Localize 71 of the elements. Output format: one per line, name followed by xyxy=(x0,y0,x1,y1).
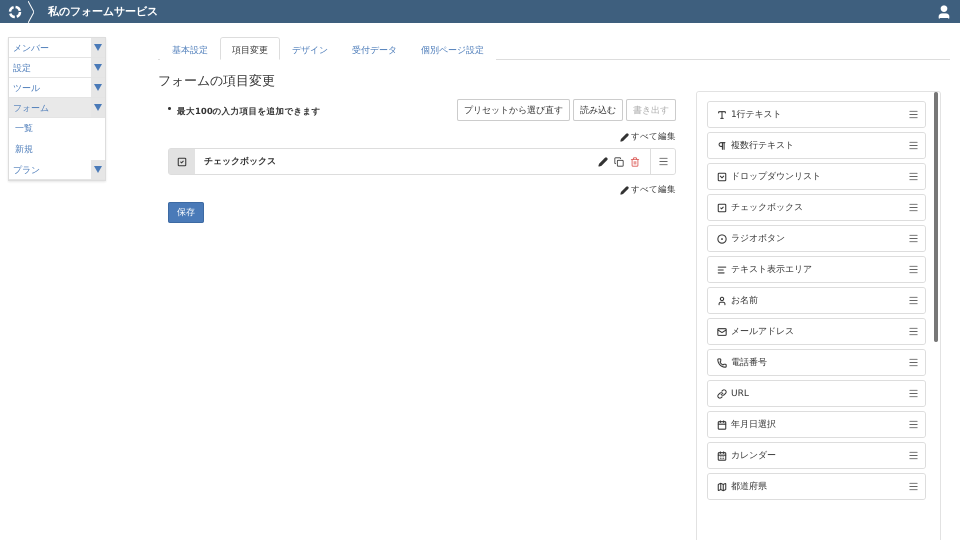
drag-handle-icon[interactable] xyxy=(908,171,919,182)
user-icon[interactable] xyxy=(936,4,952,20)
drag-handle-icon[interactable] xyxy=(908,326,919,337)
checkbox-icon xyxy=(177,156,187,166)
pencil-icon xyxy=(620,132,629,142)
text-lines-icon xyxy=(717,264,727,274)
sidebar-item[interactable]: プラン xyxy=(9,160,105,180)
calendar-icon xyxy=(717,420,727,430)
scrollbar[interactable] xyxy=(934,92,938,342)
submenu-item[interactable]: 一覧 xyxy=(9,118,105,139)
action-button[interactable]: 読み込む xyxy=(573,99,623,121)
drag-handle-icon[interactable] xyxy=(908,357,919,368)
drag-handle-icon[interactable] xyxy=(908,481,919,492)
drag-handle-icon[interactable] xyxy=(908,264,919,275)
note-text: 最大100の入力項目を追加できます xyxy=(177,107,321,117)
person-icon xyxy=(717,296,727,306)
radio-icon xyxy=(717,234,727,244)
caret-icon xyxy=(94,104,102,111)
caret-icon xyxy=(94,166,102,173)
palette-item[interactable]: 電話番号 xyxy=(707,349,926,376)
drag-handle-icon[interactable] xyxy=(658,156,668,167)
palette-item[interactable]: カレンダー xyxy=(707,442,926,469)
logo-icon xyxy=(8,4,22,18)
delete-icon[interactable] xyxy=(630,156,640,166)
palette-item[interactable]: URL xyxy=(707,380,926,407)
calendar-grid-icon xyxy=(717,450,727,460)
palette-item[interactable]: 1行テキスト xyxy=(707,101,926,128)
edit-all-link[interactable]: すべて編集 xyxy=(620,184,676,196)
palette-item[interactable]: 複数行テキスト xyxy=(707,132,926,159)
caret-icon xyxy=(94,44,102,51)
pilcrow-icon xyxy=(717,140,727,150)
envelope-icon xyxy=(717,326,727,336)
sidebar-item[interactable]: フォーム xyxy=(9,98,105,118)
phone-icon xyxy=(717,358,727,368)
sidebar-item[interactable]: メンバー xyxy=(9,38,105,58)
map-icon xyxy=(717,482,727,492)
drag-handle-icon[interactable] xyxy=(908,295,919,306)
app-title: 私のフォームサービス xyxy=(48,4,158,19)
palette-item[interactable]: チェックボックス xyxy=(707,194,926,221)
palette-item[interactable]: 都道府県 xyxy=(707,473,926,500)
drag-handle-icon[interactable] xyxy=(908,233,919,244)
copy-icon[interactable] xyxy=(614,156,624,166)
palette-item[interactable]: テキスト表示エリア xyxy=(707,256,926,283)
drag-handle-icon[interactable] xyxy=(908,109,919,120)
drag-handle-icon[interactable] xyxy=(908,419,919,430)
save-button[interactable]: 保存 xyxy=(168,202,204,223)
action-button[interactable]: プリセットから選び直す xyxy=(457,99,570,121)
edit-icon[interactable] xyxy=(598,156,608,166)
sidebar-item[interactable]: 設定 xyxy=(9,58,105,78)
drag-handle-icon[interactable] xyxy=(908,202,919,213)
palette-item[interactable]: メールアドレス xyxy=(707,318,926,345)
palette-item[interactable]: お名前 xyxy=(707,287,926,314)
item-label: チェックボックス xyxy=(203,156,277,168)
page-title: フォームの項目変更 xyxy=(158,73,276,90)
drag-handle-icon[interactable] xyxy=(908,140,919,151)
link-icon xyxy=(717,388,727,398)
chevron-icon xyxy=(28,0,34,22)
checkbox-icon xyxy=(717,202,727,212)
palette-item[interactable]: ラジオボタン xyxy=(707,225,926,252)
palette-item[interactable]: ドロップダウンリスト xyxy=(707,163,926,190)
caret-icon xyxy=(94,84,102,91)
sidebar-item[interactable]: ツール xyxy=(9,78,105,98)
drag-handle-icon[interactable] xyxy=(908,450,919,461)
pencil-icon xyxy=(620,186,629,194)
palette-item[interactable]: 年月日選択 xyxy=(707,411,926,438)
tab[interactable]: 項目変更 xyxy=(220,37,280,60)
caret-icon xyxy=(94,64,102,71)
submenu-item[interactable]: 新規 xyxy=(9,139,105,160)
drag-handle-icon[interactable] xyxy=(908,388,919,399)
dropdown-icon xyxy=(717,172,727,182)
edit-all-link[interactable]: すべて編集 xyxy=(620,131,676,143)
